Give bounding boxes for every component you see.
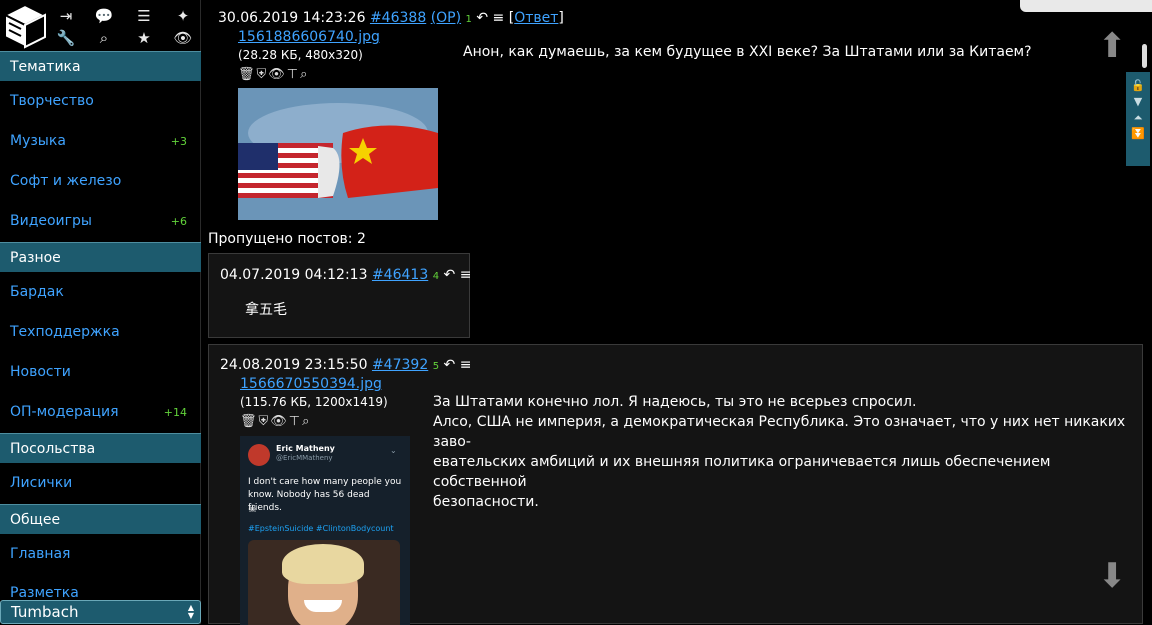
reply2-file-tools: 🗑⛨👁⊤⌕ [240, 414, 311, 429]
sidebar-item-news[interactable]: Новости [10, 364, 71, 380]
menu-icon[interactable]: ≡ [460, 357, 472, 373]
jump-top-icon[interactable]: ⏶ [1126, 110, 1150, 126]
hide-eye-icon[interactable]: 👁 [268, 67, 287, 82]
shield-icon[interactable]: ⛨ [259, 414, 271, 429]
menu-icon[interactable]: ≡ [460, 267, 472, 283]
sidebar-item-music[interactable]: Музыка [10, 133, 66, 149]
scrollbar-thumb[interactable] [1142, 44, 1147, 68]
op-post-index: 1 [465, 14, 472, 25]
list-icon[interactable]: ☰ [134, 7, 154, 25]
music-new-count: +3 [170, 135, 187, 148]
op-post-header: 30.06.2019 14:23:26 #46388 (OP) 1 ↶ ≡ [О… [218, 10, 564, 26]
lock-icon[interactable]: 🔓 [1126, 78, 1150, 94]
scroll-down-arrow-icon[interactable]: ⬇ [1098, 556, 1127, 596]
sidebar-item-bardak[interactable]: Бардак [10, 284, 64, 300]
board-select-value: Tumbach [11, 603, 79, 621]
reply2-datetime: 24.08.2019 23:15:50 [220, 357, 368, 373]
sidebar-item-software-hardware[interactable]: Софт и железо [10, 173, 121, 189]
avatar [248, 444, 270, 466]
reply2-text-line: За Штатами конечно лол. Я надеюсь, ты эт… [433, 394, 917, 410]
paint-roller-icon[interactable]: ⊤ [289, 414, 302, 429]
trash-icon[interactable]: 🗑 [238, 67, 257, 82]
reply1-header: 04.07.2019 04:12:13 #46413 4 ↶ ≡ [220, 267, 471, 283]
reply2-header: 24.08.2019 23:15:50 #47392 5 ↶ ≡ [220, 357, 471, 373]
tweet-text: I don't care how many people you know. N… [248, 477, 402, 513]
section-general: Общее [0, 504, 201, 534]
reply2-text-line: евательских амбиций и их внешняя политик… [433, 454, 1051, 490]
op-datetime: 30.06.2019 14:23:26 [218, 10, 366, 26]
chevron-down-icon: ⌄ [390, 446, 397, 455]
board-select[interactable]: Tumbach ▲ ▼ [0, 600, 201, 624]
skipped-posts-label: Пропущено постов: 2 [208, 231, 366, 247]
thread-view: 30.06.2019 14:23:26 #46388 (OP) 1 ↶ ≡ [О… [201, 0, 1152, 625]
reply2-image-tweet[interactable]: Eric Matheny @EricMMatheny ⌄ I don't car… [240, 436, 410, 625]
videogames-new-count: +6 [170, 215, 187, 228]
select-arrows-icon: ▲ ▼ [187, 603, 194, 620]
reply1-number-link[interactable]: #46413 [372, 267, 428, 283]
sidebar-item-foxes[interactable]: Лисички [10, 475, 72, 491]
star-icon[interactable]: ★ [134, 29, 154, 47]
hide-eye-icon[interactable]: 👁 [270, 414, 289, 429]
op-file-meta: (28.28 КБ, 480x320) [238, 48, 363, 62]
reply-post-47392: 24.08.2019 23:15:50 #47392 5 ↶ ≡ 1566670… [208, 344, 1143, 625]
reply2-file-meta: (115.76 КБ, 1200x1419) [240, 395, 388, 409]
reply-arrow-icon[interactable]: ↶ [444, 267, 456, 283]
reply1-index: 4 [432, 271, 440, 282]
paint-roller-icon[interactable]: ⊤ [287, 67, 300, 82]
reply2-text-line: безопасности. [433, 494, 539, 510]
section-thematic: Тематика [0, 51, 201, 81]
search-icon[interactable]: ⌕ [94, 29, 114, 47]
tweet-author: Eric Matheny [276, 444, 335, 453]
zoom-icon[interactable]: ⌕ [300, 67, 309, 82]
tweet-handle: @EricMMatheny [276, 454, 333, 462]
reply1-text: 拿五毛 [245, 302, 287, 318]
reply2-file-link[interactable]: 1566670550394.jpg [240, 376, 382, 392]
section-embassies: Посольства [0, 433, 201, 463]
op-post-number-link[interactable]: #46388 [370, 10, 426, 26]
wrench-icon[interactable]: 🔧 [56, 29, 76, 47]
op-file-tools: 🗑⛨👁⊤⌕ [238, 67, 309, 82]
reply-arrow-icon[interactable]: ↶ [444, 357, 456, 373]
op-moderation-new-count: +14 [163, 406, 187, 419]
tweet-photo [248, 540, 400, 625]
sidebar-item-videogames[interactable]: Видеоигры [10, 213, 92, 229]
trash-icon[interactable]: 🗑 [240, 414, 259, 429]
scroll-up-arrow-icon[interactable]: ⬆ [1098, 26, 1127, 66]
reply2-text: За Штатами конечно лол. Я надеюсь, ты эт… [433, 392, 1142, 512]
tweet-hashtags: #EpsteinSuicide #ClintonBodycount [248, 524, 394, 533]
magic-wand-icon[interactable]: ✦ [173, 7, 193, 25]
reply-link[interactable]: Ответ [514, 10, 558, 26]
sidebar: ⇥ 💬 ☰ ✦ 🔧 ⌕ ★ 👁 Тематика Творчество Музы… [0, 0, 201, 624]
shield-icon[interactable]: ⛨ [257, 67, 269, 82]
site-logo-cube-icon[interactable] [3, 3, 47, 49]
sidebar-item-markup[interactable]: Разметка [10, 585, 79, 601]
top-right-bar [1020, 0, 1152, 12]
op-file-link[interactable]: 1561886606740.jpg [238, 29, 380, 45]
op-label[interactable]: (OP) [431, 10, 461, 26]
menu-icon[interactable]: ≡ [493, 10, 505, 26]
reply-post-46413: 04.07.2019 04:12:13 #46413 4 ↶ ≡ 拿五毛 [208, 253, 471, 338]
reply2-text-line: Алсо, США не империя, а демократическая … [433, 414, 1126, 450]
reply2-number-link[interactable]: #47392 [372, 357, 428, 373]
jump-bottom-icon[interactable]: ⏬ [1126, 126, 1150, 142]
triangle-down-icon[interactable]: ▼ [1126, 94, 1150, 110]
sidebar-item-creativity[interactable]: Творчество [10, 93, 94, 109]
zoom-icon[interactable]: ⌕ [302, 414, 311, 429]
reply2-index: 5 [432, 361, 440, 372]
right-tools-panel: 🔓 ▼ ⏶ ⏬ [1126, 72, 1150, 166]
sidebar-item-home[interactable]: Главная [10, 546, 70, 562]
chat-icon[interactable]: 💬 [94, 7, 114, 25]
reply1-datetime: 04.07.2019 04:12:13 [220, 267, 368, 283]
sidebar-item-op-moderation[interactable]: ОП-модерация [10, 404, 119, 420]
op-post-text: Анон, как думаешь, за кем будущее в XXI … [463, 44, 1032, 60]
op-image-usa-china-fists[interactable] [238, 88, 438, 220]
logout-icon[interactable]: ⇥ [56, 7, 76, 25]
reply-arrow-icon[interactable]: ↶ [476, 10, 488, 26]
section-misc: Разное [0, 242, 201, 272]
skull-icon: ☠ [248, 504, 257, 515]
eye-icon[interactable]: 👁 [173, 29, 193, 47]
sidebar-item-support[interactable]: Техподдержка [10, 324, 120, 340]
